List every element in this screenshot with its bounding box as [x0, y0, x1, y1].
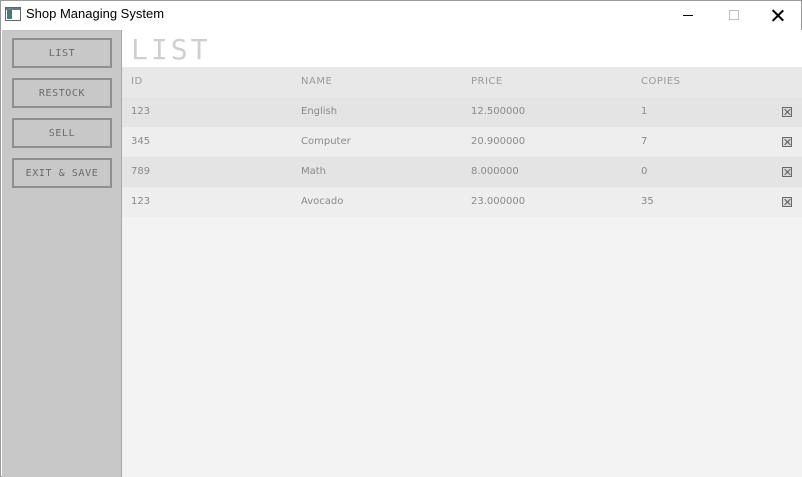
- cell-name: Computer: [301, 136, 351, 147]
- cell-name: Avocado: [301, 196, 344, 207]
- table-row: 123 English 12.500000 1: [122, 97, 802, 127]
- close-button[interactable]: [755, 1, 801, 29]
- main-panel: LIST ID NAME PRICE COPIES 123 English 12…: [122, 30, 802, 477]
- column-header-copies: COPIES: [641, 76, 681, 87]
- delete-icon[interactable]: [782, 197, 792, 207]
- table-row: 123 Avocado 23.000000 35: [122, 187, 802, 217]
- title-bar[interactable]: Shop Managing System: [1, 1, 801, 29]
- minimize-icon: [683, 14, 693, 16]
- minimize-button[interactable]: [665, 1, 711, 29]
- table-header: ID NAME PRICE COPIES: [122, 67, 802, 97]
- cell-id: 123: [131, 106, 151, 117]
- cell-copies: 7: [641, 136, 648, 147]
- column-header-id: ID: [131, 76, 143, 87]
- exit-save-button[interactable]: EXIT & SAVE: [12, 158, 112, 188]
- delete-icon[interactable]: [782, 137, 792, 147]
- cell-copies: 1: [641, 106, 648, 117]
- cell-id: 789: [131, 166, 151, 177]
- cell-name: Math: [301, 166, 327, 177]
- cell-id: 345: [131, 136, 151, 147]
- restock-button[interactable]: RESTOCK: [12, 78, 112, 108]
- cell-copies: 35: [641, 196, 654, 207]
- cell-price: 8.000000: [471, 166, 519, 177]
- cell-id: 123: [131, 196, 151, 207]
- app-window-icon: [5, 7, 21, 21]
- heading-area: LIST: [122, 30, 802, 67]
- table-row: 345 Computer 20.900000 7: [122, 127, 802, 157]
- delete-icon[interactable]: [782, 167, 792, 177]
- cell-name: English: [301, 106, 338, 117]
- sell-button[interactable]: SELL: [12, 118, 112, 148]
- delete-icon[interactable]: [782, 107, 792, 117]
- close-icon: [772, 9, 784, 21]
- page-title: LIST: [131, 33, 211, 66]
- maximize-button[interactable]: [711, 1, 757, 29]
- app-window: Shop Managing System LIST RESTOCK SELL E…: [0, 0, 802, 477]
- column-header-price: PRICE: [471, 76, 503, 87]
- table-row: 789 Math 8.000000 0: [122, 157, 802, 187]
- cell-price: 23.000000: [471, 196, 526, 207]
- cell-price: 20.900000: [471, 136, 526, 147]
- sidebar: LIST RESTOCK SELL EXIT & SAVE: [2, 30, 122, 477]
- maximize-icon: [729, 10, 739, 20]
- cell-copies: 0: [641, 166, 648, 177]
- cell-price: 12.500000: [471, 106, 526, 117]
- list-button[interactable]: LIST: [12, 38, 112, 68]
- column-header-name: NAME: [301, 76, 333, 87]
- window-title: Shop Managing System: [26, 6, 165, 21]
